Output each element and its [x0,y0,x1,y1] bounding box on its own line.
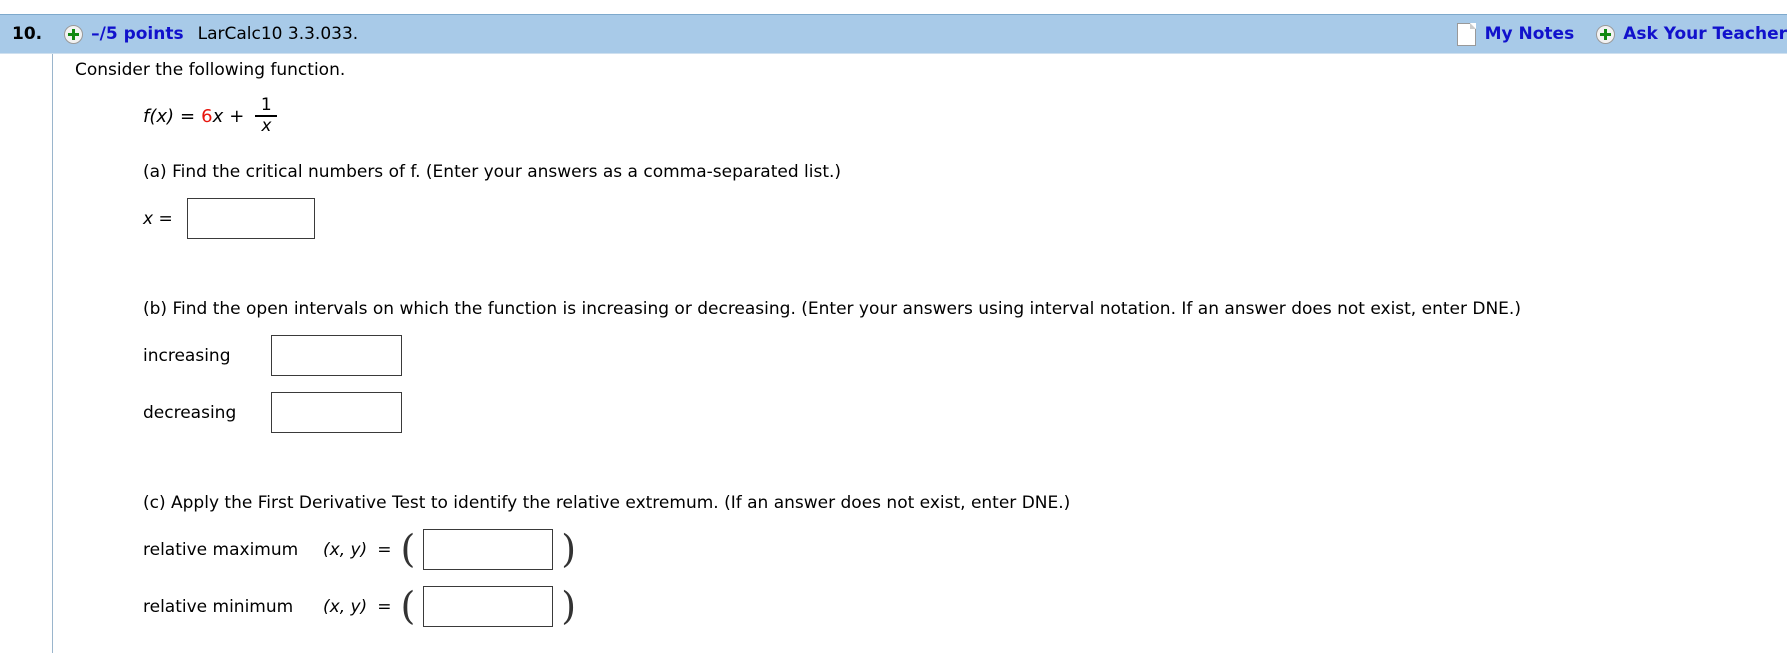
function-variable: x [212,105,224,127]
fraction-denominator: x [261,115,272,136]
relative-minimum-row: relative minimum (x, y) = ( ) [143,586,1775,627]
function-coefficient: 6 [201,105,213,127]
relative-minimum-input[interactable] [423,586,554,627]
function-equals: = [180,105,196,127]
relative-minimum-xy-label: (x, y) [323,596,368,617]
question-header-bar: 10. –/5 points LarCalc10 3.3.033. My Not… [0,14,1787,54]
relative-minimum-label: relative minimum [143,596,294,617]
document-icon[interactable] [1456,22,1476,46]
decreasing-row: decreasing [143,392,1775,433]
function-fraction: 1 x [255,95,278,136]
ask-your-teacher-link[interactable]: Ask Your Teacher [1623,24,1787,44]
relative-maximum-input[interactable] [423,529,554,570]
increasing-row: increasing [143,335,1775,376]
relative-minimum-close-paren: ) [561,584,577,629]
question-header-right: My Notes Ask Your Teacher [1456,22,1787,46]
question-body: Consider the following function. f(x) = … [75,60,1775,627]
increasing-input[interactable] [271,335,402,376]
points-label: –/5 points [91,24,184,44]
relative-maximum-close-paren: ) [561,527,577,572]
part-a-prompt: (a) Find the critical numbers of f. (Ent… [143,162,842,182]
decreasing-label: decreasing [143,402,237,423]
fraction-numerator: 1 [260,95,272,116]
question-code: LarCalc10 3.3.033. [197,24,359,44]
part-a-answer-row: x = [143,198,1775,239]
my-notes-link[interactable]: My Notes [1485,24,1575,44]
increasing-label: increasing [143,345,231,366]
question-number: 10. [12,24,43,44]
question-header-left: 10. –/5 points LarCalc10 3.3.033. [0,24,358,44]
function-expression: f(x) = 6 x + 1 x [143,92,1775,140]
function-plus: + [229,105,245,127]
left-divider [52,54,53,653]
part-c-prompt: (c) Apply the First Derivative Test to i… [143,493,1071,513]
question-page: 10. –/5 points LarCalc10 3.3.033. My Not… [0,0,1787,653]
part-b-prompt: (b) Find the open intervals on which the… [143,299,1521,319]
relative-maximum-equals: = [377,539,392,560]
decreasing-input[interactable] [271,392,402,433]
relative-maximum-label: relative maximum [143,539,299,560]
intro-text: Consider the following function. [75,60,346,80]
function-lhs: f(x) [143,105,175,127]
critical-numbers-input[interactable] [186,198,315,239]
plus-circle-icon[interactable] [64,24,84,44]
x-equals-label: x = [143,208,173,229]
relative-maximum-xy-label: (x, y) [323,539,368,560]
relative-minimum-equals: = [377,596,392,617]
relative-maximum-open-paren: ( [400,527,416,572]
relative-minimum-open-paren: ( [400,584,416,629]
ask-teacher-plus-circle-icon[interactable] [1596,24,1616,44]
relative-maximum-row: relative maximum (x, y) = ( ) [143,529,1775,570]
